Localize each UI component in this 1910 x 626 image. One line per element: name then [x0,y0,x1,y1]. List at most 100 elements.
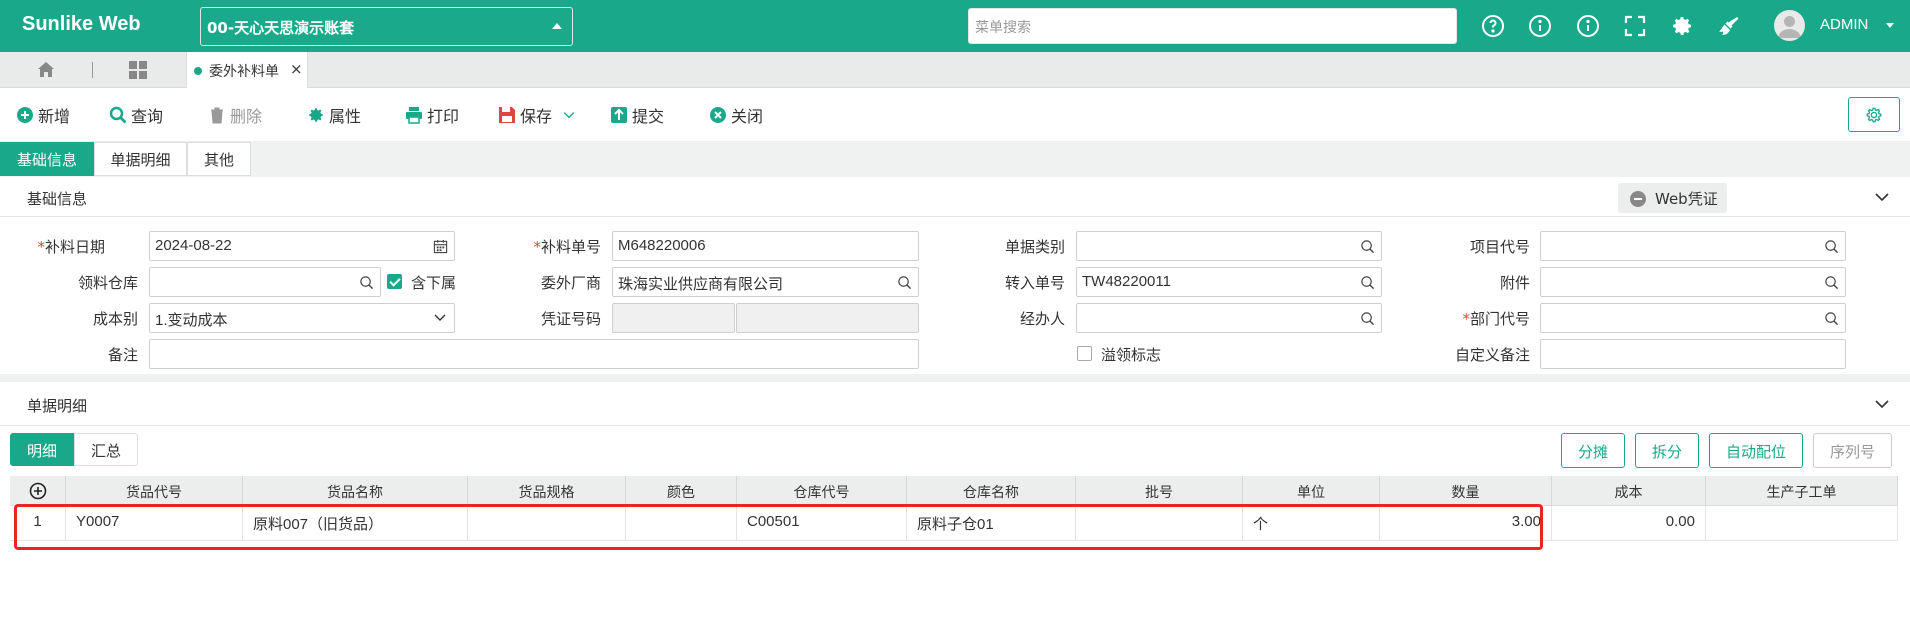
col-header-unit[interactable]: 单位 [1243,476,1380,506]
properties-button[interactable]: 属性 [307,104,361,126]
search-icon[interactable] [1360,275,1375,290]
transfer-field[interactable]: TW48220011 [1076,267,1382,297]
search-icon[interactable] [359,275,374,290]
cell-unit[interactable]: 个 [1243,506,1380,541]
close-button[interactable]: 关闭 [709,104,763,126]
fullscreen-icon[interactable] [1623,14,1647,38]
chevron-down-icon[interactable] [1874,396,1890,412]
section-tabs: 基础信息 单据明细 其他 [0,142,1910,177]
cell-color[interactable] [626,506,737,541]
caret-down-icon[interactable] [1886,23,1894,28]
help-icon[interactable] [1481,14,1505,38]
custom-remark-field[interactable] [1540,339,1846,369]
type-label: 单据类别 [1004,238,1065,256]
no-field[interactable]: M648220006 [612,231,919,261]
tab-other[interactable]: 其他 [187,142,251,176]
search-icon[interactable] [1824,275,1839,290]
add-row-header[interactable] [10,476,66,506]
detail-header[interactable]: 单据明细 [0,382,1910,426]
col-header-spec[interactable]: 货品规格 [468,476,626,506]
tab-summary[interactable]: 汇总 [74,433,138,466]
tab-detail[interactable]: 明细 [10,433,74,466]
cell-wh-code[interactable]: C00501 [737,506,907,541]
delete-button[interactable]: 删除 [208,104,262,126]
query-button[interactable]: 查询 [109,104,163,126]
vendor-field[interactable]: 珠海实业供应商有限公司 [612,267,919,297]
table-row[interactable]: 1 Y0007 原料007（旧货品） C00501 原料子仓01 个 3.00 … [10,506,1898,541]
include-sub-checkbox[interactable] [387,274,402,289]
chevron-down-icon[interactable] [562,108,576,122]
col-header-wh-name[interactable]: 仓库名称 [907,476,1076,506]
account-select[interactable]: 00-天心天思演示账套 [200,7,573,46]
col-header-cost[interactable]: 成本 [1552,476,1706,506]
col-header-wh-code[interactable]: 仓库代号 [737,476,907,506]
grid-icon[interactable] [128,60,148,80]
query-button-label: 查询 [131,107,164,126]
serial-number-button[interactable]: 序列号 [1813,433,1892,468]
date-label: *补料日期 [37,238,105,256]
attach-field[interactable] [1540,267,1846,297]
allocate-button[interactable]: 分摊 [1561,433,1625,468]
cell-code[interactable]: Y0007 [66,506,243,541]
voucher-field-2 [736,303,919,333]
search-icon[interactable] [1360,239,1375,254]
cell-qty[interactable]: 3.00 [1380,506,1552,541]
search-icon[interactable] [1824,239,1839,254]
warehouse-field[interactable] [149,267,381,297]
close-icon[interactable]: × [290,60,303,78]
tab-current-document[interactable]: 委外补料单 × [186,52,308,88]
col-header-batch[interactable]: 批号 [1076,476,1243,506]
info-icon[interactable] [1528,14,1552,38]
layout-settings-button[interactable] [1848,97,1900,132]
menu-search-input[interactable]: 菜单搜索 [968,8,1457,44]
col-header-sub-order[interactable]: 生产子工单 [1706,476,1898,506]
plus-circle-icon[interactable] [29,482,47,500]
cell-name[interactable]: 原料007（旧货品） [243,506,468,541]
user-name[interactable]: ADMIN [1820,16,1868,33]
handler-field[interactable] [1076,303,1382,333]
calendar-icon[interactable] [433,239,448,254]
home-icon[interactable] [36,60,56,80]
split-button[interactable]: 拆分 [1635,433,1699,468]
basic-info-header[interactable]: 基础信息 Web凭证 [0,177,1910,217]
plus-circle-icon [17,107,33,123]
cell-sub-order[interactable] [1706,506,1898,541]
date-field[interactable]: 2024-08-22 [149,231,455,261]
project-field[interactable] [1540,231,1846,261]
search-icon[interactable] [897,275,912,290]
close-circle-icon [710,107,726,123]
add-button[interactable]: 新增 [16,104,70,126]
gear-icon[interactable] [1670,14,1694,38]
cell-wh-name[interactable]: 原料子仓01 [907,506,1076,541]
tab-document-detail[interactable]: 单据明细 [94,142,187,176]
voucher-field-1 [612,303,735,333]
auto-locate-button[interactable]: 自动配位 [1709,433,1803,468]
cost-value: 1.变动成本 [155,312,228,329]
col-header-code[interactable]: 货品代号 [66,476,243,506]
col-header-color[interactable]: 颜色 [626,476,737,506]
cost-select[interactable]: 1.变动成本 [149,303,455,333]
col-header-name[interactable]: 货品名称 [243,476,468,506]
submit-button[interactable]: 提交 [610,104,664,126]
voucher-label: 凭证号码 [540,310,601,328]
col-header-qty[interactable]: 数量 [1380,476,1552,506]
save-button[interactable]: 保存 [498,104,580,126]
search-icon[interactable] [1360,311,1375,326]
print-button[interactable]: 打印 [405,104,459,126]
active-dot-icon [194,67,202,75]
broom-icon[interactable] [1717,14,1741,38]
overflow-checkbox[interactable] [1077,346,1092,361]
tab-basic-info[interactable]: 基础信息 [0,142,94,176]
cell-cost[interactable]: 0.00 [1552,506,1706,541]
chevron-down-icon[interactable] [1874,189,1890,205]
avatar[interactable] [1774,10,1805,41]
type-field[interactable] [1076,231,1382,261]
cell-batch[interactable] [1076,506,1243,541]
search-icon[interactable] [1824,311,1839,326]
about-icon[interactable] [1576,14,1600,38]
page-tab-bar: 委外补料单 × [0,52,1910,88]
cell-spec[interactable] [468,506,626,541]
remark-field[interactable] [149,339,919,369]
web-voucher-button[interactable]: Web凭证 [1618,183,1727,213]
dept-field[interactable] [1540,303,1846,333]
